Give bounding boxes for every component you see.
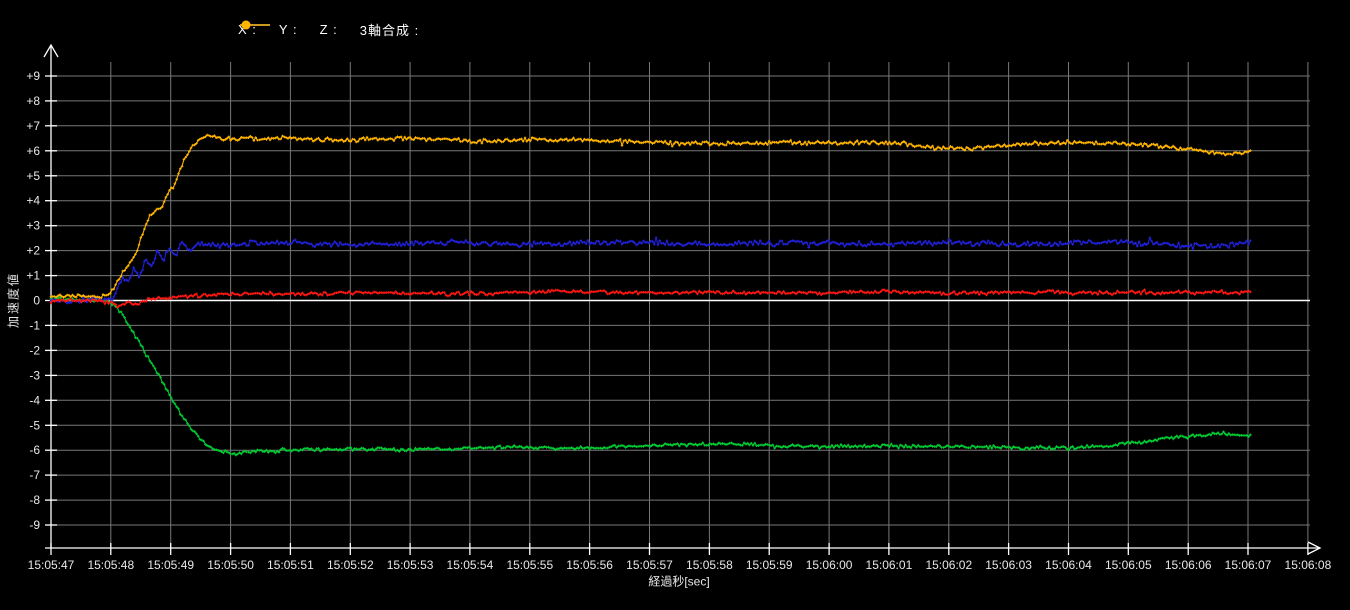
- plot-canvas: +9 +8 +7 +6 +5 +4 +3 +2 +1 0 -1 -2 -3 -4 -5 -6 -7 -8 -9 15:…: [0, 0, 1350, 610]
- svg-text:15:05:50: 15:05:50: [207, 558, 254, 572]
- svg-text:-3: -3: [29, 368, 40, 382]
- svg-text:15:06:03: 15:06:03: [985, 558, 1032, 572]
- svg-text:15:06:04: 15:06:04: [1045, 558, 1092, 572]
- svg-text:+8: +8: [26, 94, 40, 108]
- series-3軸合成: [50, 134, 1252, 299]
- legend-label-y: Y :: [279, 22, 298, 37]
- svg-text:+2: +2: [26, 244, 40, 258]
- svg-text:15:05:56: 15:05:56: [566, 558, 613, 572]
- svg-text:+7: +7: [26, 119, 40, 133]
- svg-text:+9: +9: [26, 69, 40, 83]
- svg-text:15:05:49: 15:05:49: [147, 558, 194, 572]
- svg-text:+6: +6: [26, 144, 40, 158]
- svg-text:15:06:07: 15:06:07: [1225, 558, 1272, 572]
- legend-item-y: Y :: [279, 22, 298, 37]
- svg-text:-8: -8: [29, 493, 40, 507]
- svg-text:15:05:48: 15:05:48: [87, 558, 134, 572]
- svg-text:15:06:08: 15:06:08: [1285, 558, 1332, 572]
- svg-text:15:05:51: 15:05:51: [267, 558, 314, 572]
- svg-text:+1: +1: [26, 269, 40, 283]
- svg-text:15:05:47: 15:05:47: [28, 558, 75, 572]
- svg-text:15:05:58: 15:05:58: [686, 558, 733, 572]
- svg-text:15:06:05: 15:06:05: [1105, 558, 1152, 572]
- svg-text:+4: +4: [26, 194, 40, 208]
- svg-text:-6: -6: [29, 443, 40, 457]
- svg-text:15:05:54: 15:05:54: [447, 558, 494, 572]
- svg-text:-2: -2: [29, 343, 40, 357]
- legend-marker-composite-icon: [238, 20, 272, 30]
- svg-text:-5: -5: [29, 418, 40, 432]
- svg-text:-9: -9: [29, 518, 40, 532]
- legend-label-composite: 3軸合成 :: [360, 20, 419, 39]
- legend-label-z: Z :: [320, 22, 338, 37]
- svg-text:15:05:52: 15:05:52: [327, 558, 374, 572]
- svg-text:-4: -4: [29, 393, 40, 407]
- series-Y: [50, 296, 1252, 457]
- svg-text:+5: +5: [26, 169, 40, 183]
- legend-item-z: Z :: [320, 22, 338, 37]
- svg-text:-1: -1: [29, 318, 40, 332]
- svg-text:15:06:06: 15:06:06: [1165, 558, 1212, 572]
- y-axis-title: 加速度値: [5, 272, 22, 328]
- svg-text:15:06:02: 15:06:02: [925, 558, 972, 572]
- svg-text:0: 0: [33, 294, 40, 308]
- svg-text:-7: -7: [29, 468, 40, 482]
- svg-text:15:05:57: 15:05:57: [626, 558, 673, 572]
- legend-item-composite: 3軸合成 :: [360, 20, 419, 39]
- x-axis-title: 経過秒[sec]: [648, 573, 709, 590]
- chart-legend: X : Y : Z : 3軸合成 :: [238, 20, 419, 39]
- svg-text:15:06:00: 15:06:00: [806, 558, 853, 572]
- series-X: [50, 288, 1252, 308]
- acceleration-chart: +9 +8 +7 +6 +5 +4 +3 +2 +1 0 -1 -2 -3 -4 -5 -6 -7 -8 -9 15:…: [0, 0, 1350, 610]
- svg-text:15:05:59: 15:05:59: [746, 558, 793, 572]
- svg-text:15:05:53: 15:05:53: [387, 558, 434, 572]
- svg-text:15:06:01: 15:06:01: [866, 558, 913, 572]
- svg-text:+3: +3: [26, 219, 40, 233]
- svg-text:15:05:55: 15:05:55: [506, 558, 553, 572]
